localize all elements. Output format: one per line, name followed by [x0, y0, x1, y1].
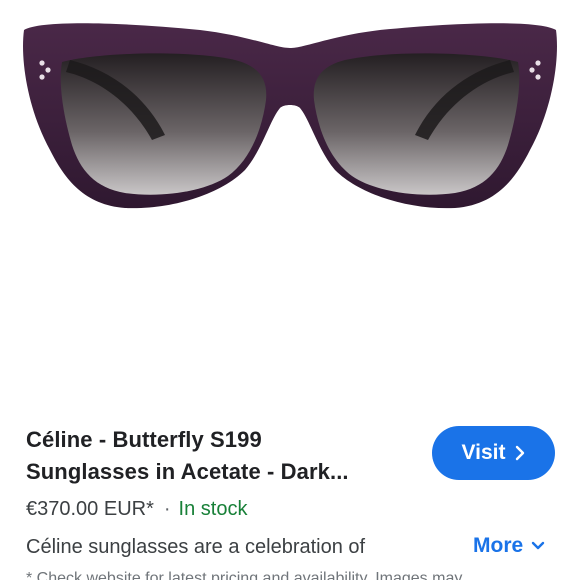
separator-dot: · [163, 498, 171, 520]
stock-status: In stock [178, 498, 248, 520]
product-card: Céline - Butterfly S199 Sunglasses in Ac… [0, 0, 580, 580]
more-button[interactable]: More [473, 533, 545, 559]
product-title[interactable]: Céline - Butterfly S199 Sunglasses in Ac… [26, 424, 406, 488]
product-info: Céline - Butterfly S199 Sunglasses in Ac… [0, 400, 580, 580]
product-image[interactable] [0, 0, 580, 390]
price-row: €370.00 EUR* · In stock [26, 496, 247, 522]
visit-button[interactable]: Visit [432, 426, 555, 480]
price: €370.00 EUR* [26, 498, 154, 520]
visit-button-label: Visit [461, 441, 506, 464]
more-button-label: More [473, 534, 524, 557]
pricing-footnote: * Check website for latest pricing and a… [26, 570, 463, 580]
chevron-right-icon [516, 445, 525, 461]
product-title-line-1[interactable]: Céline - Butterfly S199 [26, 424, 406, 456]
product-title-line-2[interactable]: Sunglasses in Acetate - Dark... [26, 456, 406, 488]
product-description: Céline sunglasses are a celebration of [26, 536, 366, 558]
chevron-down-icon [531, 541, 545, 550]
sunglasses-image [23, 23, 557, 209]
